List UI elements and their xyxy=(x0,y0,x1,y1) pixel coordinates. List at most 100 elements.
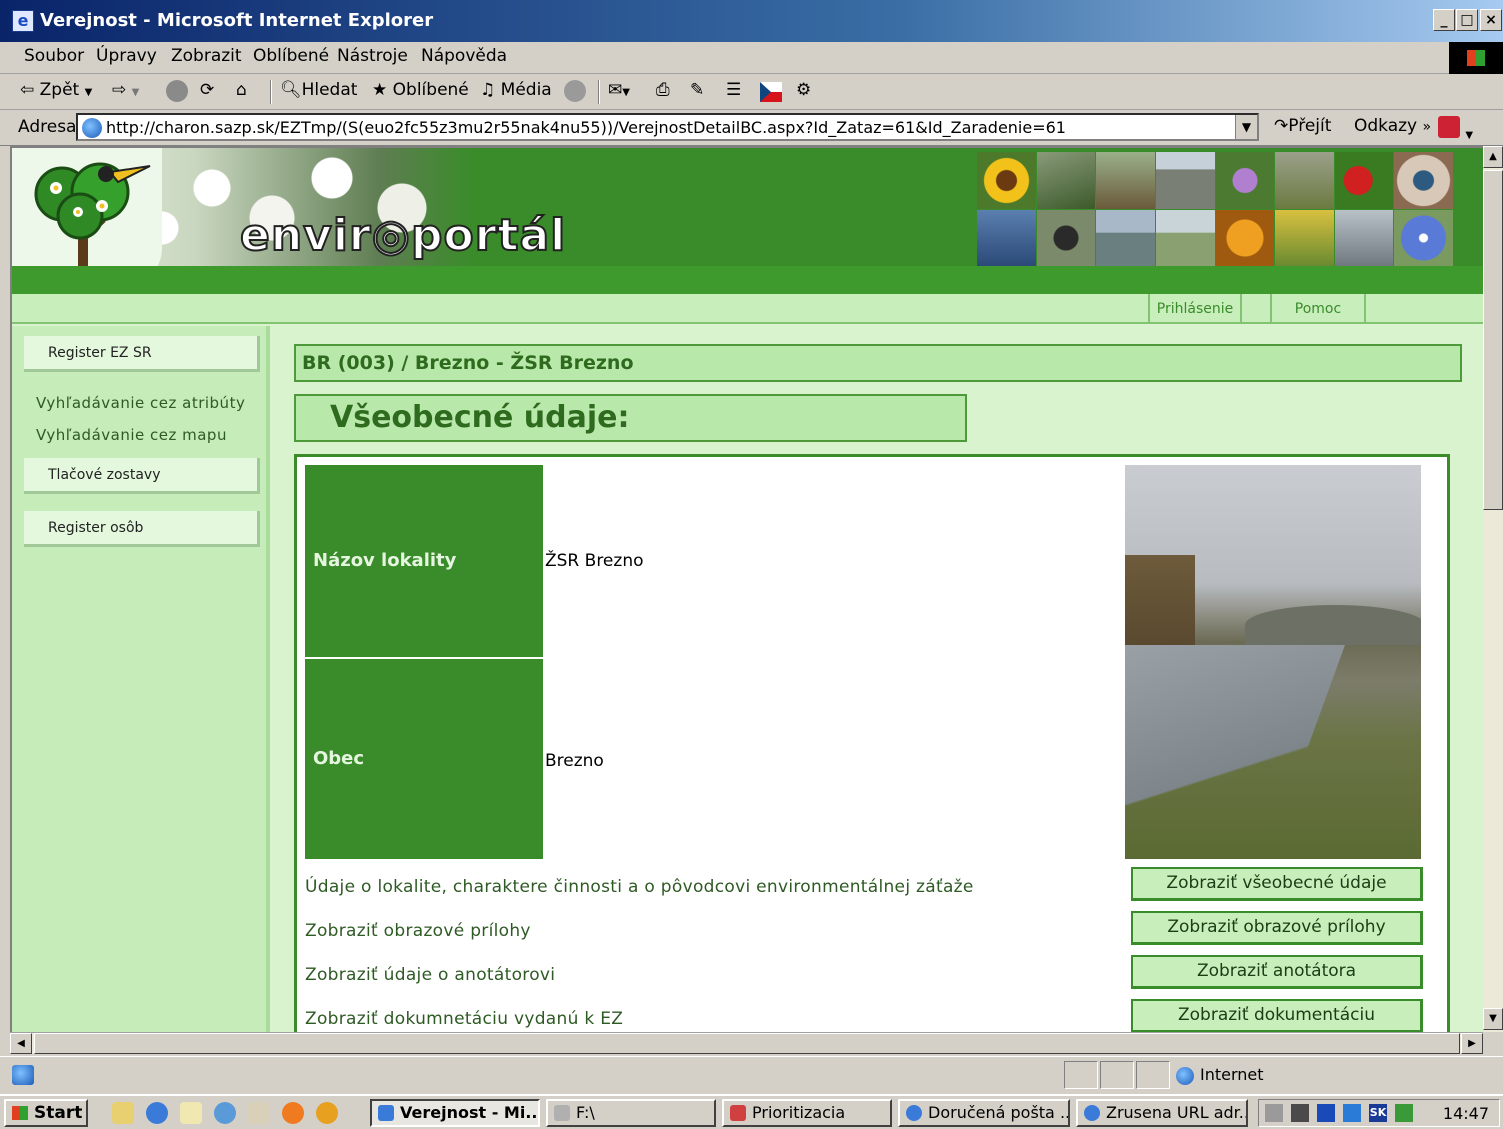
address-input[interactable]: http://charon.sazp.sk/EZTmp/(S(euo2fc55z… xyxy=(76,113,1259,141)
quicklaunch-desktop-icon[interactable] xyxy=(112,1102,134,1124)
field-label-locality: Názov lokality xyxy=(305,465,543,657)
locality-details-link[interactable]: Údaje o lokalite, charaktere činnosti a … xyxy=(305,877,974,897)
volume-icon[interactable] xyxy=(1265,1104,1283,1122)
clock[interactable]: 14:47 xyxy=(1443,1104,1489,1123)
eye-photo xyxy=(1394,152,1453,209)
links-button[interactable]: Odkazy » xyxy=(1354,116,1431,136)
skype-icon[interactable] xyxy=(1343,1104,1361,1122)
field-value-municipality: Brezno xyxy=(545,751,604,771)
scroll-up-icon[interactable]: ▲ xyxy=(1483,146,1503,168)
factory-photo xyxy=(1096,209,1155,266)
mail-icon xyxy=(906,1105,922,1121)
documentation-link[interactable]: Zobraziť dokumnetáciu vydanú k EZ xyxy=(305,1009,623,1029)
print-button[interactable]: ⎙ xyxy=(656,80,670,100)
help-link[interactable]: Pomoc xyxy=(1270,294,1366,324)
ie-icon: e xyxy=(12,10,34,32)
scroll-left-icon[interactable]: ◀ xyxy=(10,1033,32,1054)
scroll-right-icon[interactable]: ▶ xyxy=(1461,1033,1483,1054)
favorites-button[interactable]: ★ Oblíbené xyxy=(372,80,469,100)
pdf-icon[interactable]: ▼ xyxy=(1438,116,1473,143)
quicklaunch-ie-icon[interactable] xyxy=(146,1102,168,1124)
discuss-button[interactable]: ☰ xyxy=(726,80,741,100)
search-by-map-link[interactable]: Vyhľadávanie cez mapu xyxy=(36,426,227,444)
quicklaunch-outlook-icon[interactable] xyxy=(214,1102,236,1124)
back-button[interactable]: ⇦ Zpět ▼ xyxy=(20,80,92,100)
search-icon: 🔍︎ xyxy=(280,80,302,100)
toolbar: ⇦ Zpět ▼ ⇨ ▼ ⟳ ⌂ 🔍︎Hledat ★ Oblíbené ♫ M… xyxy=(0,74,1503,110)
scroll-down-icon[interactable]: ▼ xyxy=(1483,1008,1503,1030)
show-documentation-button[interactable]: Zobraziť dokumentáciu xyxy=(1131,999,1423,1032)
monitor-icon[interactable] xyxy=(1317,1104,1335,1122)
menu-upravy[interactable]: Úpravy xyxy=(96,46,157,66)
annotator-info-link[interactable]: Zobraziť údaje o anotátorovi xyxy=(305,965,555,985)
history-button[interactable] xyxy=(564,80,588,102)
image-attachments-link[interactable]: Zobraziť obrazové prílohy xyxy=(305,921,531,941)
login-link[interactable]: Prihlásenie xyxy=(1148,294,1242,324)
media-button[interactable]: ♫ Média xyxy=(480,80,552,100)
task-verejnost[interactable]: Verejnost - Mi... xyxy=(370,1099,540,1127)
task-drive-f[interactable]: F:\ xyxy=(546,1099,716,1127)
language-indicator[interactable]: SK xyxy=(1369,1104,1387,1122)
drive-icon xyxy=(554,1105,570,1121)
vertical-scroll-thumb[interactable] xyxy=(1483,170,1503,510)
address-dropdown-icon[interactable]: ▼ xyxy=(1235,115,1257,139)
search-by-attributes-link[interactable]: Vyhľadávanie cez atribúty xyxy=(36,394,245,412)
mail-button[interactable]: ✉▼ xyxy=(608,80,630,100)
menu-soubor[interactable]: Soubor xyxy=(24,46,84,66)
quicklaunch-media-icon[interactable] xyxy=(316,1102,338,1124)
quicklaunch-notepad-icon[interactable] xyxy=(180,1102,202,1124)
vertical-scrollbar[interactable]: ▲ ▼ xyxy=(1483,146,1503,1032)
address-url[interactable]: http://charon.sazp.sk/EZTmp/(S(euo2fc55z… xyxy=(106,118,1066,137)
task-inbox[interactable]: Doručená pošta ... xyxy=(898,1099,1070,1127)
maximize-button[interactable]: □ xyxy=(1456,9,1478,31)
register-ez-sr-button[interactable]: Register EZ SR xyxy=(24,336,260,372)
menu-nastroje[interactable]: Nástroje xyxy=(337,46,408,66)
home-icon: ⌂ xyxy=(236,80,247,100)
sunflower-photo xyxy=(977,152,1036,209)
search-button[interactable]: 🔍︎Hledat xyxy=(280,80,357,100)
register-persons-button[interactable]: Register osôb xyxy=(24,511,260,547)
breadcrumb: BR (003) / Brezno - ŽSR Brezno xyxy=(294,344,1462,382)
menu-oblibene[interactable]: Oblíbené xyxy=(253,46,329,66)
network-icon[interactable] xyxy=(1291,1104,1309,1122)
refresh-icon: ⟳ xyxy=(200,80,215,100)
messenger-icon: ⚙ xyxy=(796,80,812,100)
stop-button[interactable] xyxy=(166,80,190,102)
forward-button[interactable]: ⇨ ▼ xyxy=(112,80,139,100)
dropdown-icon: ▼ xyxy=(84,87,93,98)
messenger-button[interactable]: ⚙ xyxy=(796,80,811,100)
show-general-data-button[interactable]: Zobraziť všeobecné údaje xyxy=(1131,867,1423,901)
edit-button[interactable]: ✎ xyxy=(690,80,704,100)
media-icon: ♫ xyxy=(480,80,496,100)
task-url[interactable]: Zrusena URL adr... xyxy=(1076,1099,1248,1127)
show-image-attachments-button[interactable]: Zobraziť obrazové prílohy xyxy=(1131,911,1423,945)
dropdown-icon: ▼ xyxy=(622,87,630,98)
menu-napoveda[interactable]: Nápověda xyxy=(421,46,507,66)
tree-logo-icon xyxy=(34,162,151,282)
minimize-button[interactable]: _ xyxy=(1433,9,1455,31)
quicklaunch-explorer-icon[interactable] xyxy=(248,1102,270,1124)
close-button[interactable]: × xyxy=(1480,9,1502,31)
language-flag-icon[interactable] xyxy=(760,82,782,107)
home-button[interactable]: ⌂ xyxy=(236,80,247,100)
mail-icon: ✉ xyxy=(608,80,623,100)
heron-photo xyxy=(1036,152,1096,209)
quicklaunch-firefox-icon[interactable] xyxy=(282,1102,304,1124)
go-button[interactable]: ↷Přejít xyxy=(1274,116,1331,136)
plant-photo xyxy=(1215,152,1275,209)
horizontal-scroll-thumb[interactable] xyxy=(34,1033,1460,1054)
forward-arrow-icon: ⇨ xyxy=(112,80,127,100)
chevron-right-icon: » xyxy=(1422,119,1432,135)
enviroportal-logo[interactable]: envir◎portál xyxy=(239,209,566,262)
stop-icon xyxy=(166,80,188,102)
task-prioritizacia[interactable]: Prioritizacia xyxy=(722,1099,892,1127)
industry-photo xyxy=(1334,209,1394,266)
start-button[interactable]: Start xyxy=(4,1099,88,1127)
refresh-button[interactable]: ⟳ xyxy=(200,80,214,100)
print-reports-button[interactable]: Tlačové zostavy xyxy=(24,458,260,494)
section-title: Všeobecné údaje: xyxy=(294,394,967,442)
horizontal-scrollbar[interactable]: ◀ ▶ xyxy=(10,1032,1483,1054)
show-annotator-button[interactable]: Zobraziť anotátora xyxy=(1131,955,1423,989)
menu-zobrazit[interactable]: Zobrazit xyxy=(171,46,242,66)
antivirus-icon[interactable] xyxy=(1395,1104,1413,1122)
